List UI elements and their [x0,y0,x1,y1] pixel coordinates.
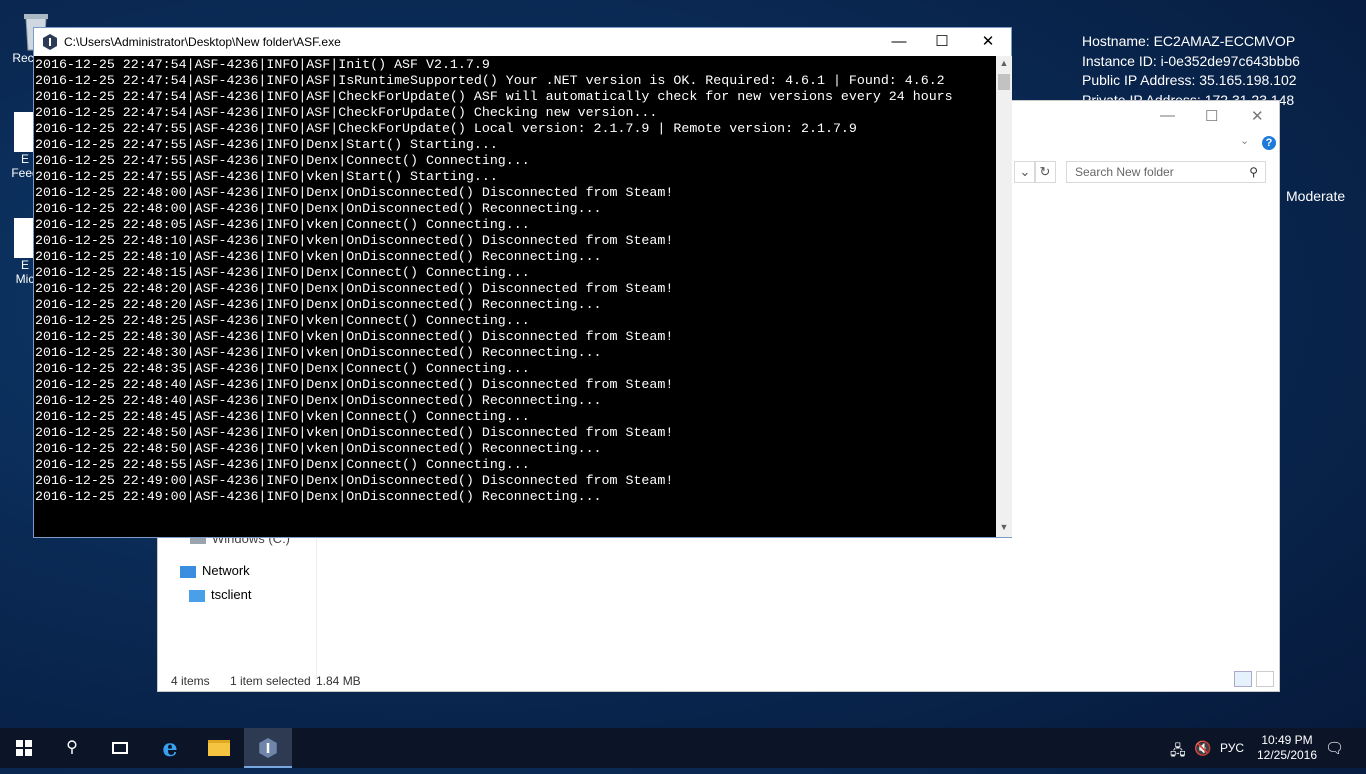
console-line: 2016-12-25 22:48:15|ASF-4236|INFO|Denx|C… [35,265,530,280]
console-line: 2016-12-25 22:48:40|ASF-4236|INFO|Denx|O… [35,393,602,408]
network-icon [180,565,196,578]
console-line: 2016-12-25 22:48:20|ASF-4236|INFO|Denx|O… [35,297,602,312]
taskbar-app-internet-explorer[interactable]: e [146,728,194,768]
language-indicator[interactable]: РУС [1220,741,1244,755]
start-button[interactable] [0,728,48,768]
windows-start-icon [16,740,32,756]
console-line: 2016-12-25 22:48:10|ASF-4236|INFO|vken|O… [35,249,602,264]
console-scrollbar[interactable]: ▲ ▼ [996,56,1012,537]
console-window[interactable]: C:\Users\Administrator\Desktop\New folde… [33,27,1012,538]
console-close-button[interactable]: ✕ [965,28,1011,56]
status-bar: 4 items 1 item selected 1.84 MB [158,671,1279,691]
nav-item-tsclient[interactable]: tsclient [189,587,251,602]
explorer-minimize-button[interactable]: — [1160,107,1175,124]
console-line: 2016-12-25 22:49:00|ASF-4236|INFO|Denx|O… [35,473,674,488]
console-line: 2016-12-25 22:48:30|ASF-4236|INFO|vken|O… [35,345,602,360]
console-line: 2016-12-25 22:48:05|ASF-4236|INFO|vken|C… [35,217,530,232]
nav-pane-divider [316,539,317,679]
console-lines: 2016-12-25 22:47:54|ASF-4236|INFO|ASF|In… [35,57,953,505]
status-item-count: 4 items [171,674,210,688]
bginfo-instance-id: Instance ID: i-0e352de97c643bbb6 [1082,52,1300,69]
console-line: 2016-12-25 22:48:50|ASF-4236|INFO|vken|O… [35,441,602,456]
console-line: 2016-12-25 22:48:40|ASF-4236|INFO|Denx|O… [35,377,674,392]
large-icons-view-button[interactable] [1256,671,1274,687]
clock-time: 10:49 PM [1261,733,1313,747]
clock-date: 12/25/2016 [1256,748,1318,762]
scrollbar-thumb[interactable] [998,74,1010,90]
help-icon[interactable]: ? [1262,136,1276,150]
console-minimize-button[interactable]: — [876,28,922,56]
console-line: 2016-12-25 22:48:30|ASF-4236|INFO|vken|O… [35,329,674,344]
console-line: 2016-12-25 22:47:55|ASF-4236|INFO|ASF|Ch… [35,121,857,136]
search-button[interactable]: ⚲ [48,728,96,768]
scroll-down-icon[interactable]: ▼ [996,522,1012,532]
explorer-close-button[interactable]: ✕ [1251,107,1264,125]
folder-icon [208,739,230,756]
console-line: 2016-12-25 22:48:35|ASF-4236|INFO|Denx|C… [35,361,530,376]
nav-item-label: Network [202,563,250,578]
console-line: 2016-12-25 22:48:45|ASF-4236|INFO|vken|C… [35,409,530,424]
console-line: 2016-12-25 22:49:00|ASF-4236|INFO|Denx|O… [35,489,602,504]
computer-icon [189,589,205,602]
action-center-icon[interactable]: 🗨 [1325,739,1344,757]
console-title: C:\Users\Administrator\Desktop\New folde… [64,35,341,49]
search-input[interactable]: Search New folder ⚲ [1066,161,1266,183]
console-line: 2016-12-25 22:47:54|ASF-4236|INFO|ASF|Ch… [35,89,953,104]
asf-icon [259,738,277,758]
console-line: 2016-12-25 22:48:00|ASF-4236|INFO|Denx|O… [35,201,602,216]
console-output[interactable]: 2016-12-25 22:47:54|ASF-4236|INFO|ASF|In… [34,56,996,537]
console-line: 2016-12-25 22:47:55|ASF-4236|INFO|Denx|C… [35,153,530,168]
console-line: 2016-12-25 22:47:54|ASF-4236|INFO|ASF|Is… [35,73,945,88]
details-view-button[interactable] [1234,671,1252,687]
taskbar: ⚲ e 🖧 🔇 РУС 10:49 PM 12/25/2016 🗨 [0,728,1366,768]
ie-icon: e [162,733,178,762]
task-view-button[interactable] [96,728,144,768]
console-line: 2016-12-25 22:48:10|ASF-4236|INFO|vken|O… [35,233,674,248]
volume-muted-icon[interactable]: 🔇 [1194,740,1211,757]
scroll-up-icon[interactable]: ▲ [996,58,1012,68]
task-view-icon [112,741,128,754]
nav-item-network[interactable]: Network [180,563,250,578]
refresh-button[interactable]: ↻ [1034,161,1056,183]
nav-item-label: tsclient [211,587,252,602]
console-line: 2016-12-25 22:47:54|ASF-4236|INFO|ASF|In… [35,57,490,72]
taskbar-app-file-explorer[interactable] [195,728,243,768]
explorer-maximize-button[interactable]: ☐ [1205,107,1218,125]
search-icon: ⚲ [1249,165,1258,179]
status-selected: 1 item selected [230,674,311,688]
console-line: 2016-12-25 22:47:54|ASF-4236|INFO|ASF|Ch… [35,105,658,120]
console-titlebar[interactable]: C:\Users\Administrator\Desktop\New folde… [34,28,1011,56]
clock[interactable]: 10:49 PM 12/25/2016 [1252,733,1322,763]
address-dropdown-button[interactable]: ⌄ [1014,161,1036,183]
search-placeholder: Search New folder [1075,165,1174,179]
console-line: 2016-12-25 22:47:55|ASF-4236|INFO|vken|S… [35,169,498,184]
bginfo-extra-text: Moderate [1286,188,1346,204]
bginfo-public-ip: Public IP Address: 35.165.198.102 [1082,72,1297,88]
bginfo-panel: Hostname: EC2AMAZ-ECCMVOP Instance ID: i… [1082,32,1300,110]
taskbar-app-asf-console[interactable] [244,728,292,768]
status-size: 1.84 MB [316,674,361,688]
console-line: 2016-12-25 22:48:50|ASF-4236|INFO|vken|O… [35,425,674,440]
console-line: 2016-12-25 22:47:55|ASF-4236|INFO|Denx|S… [35,137,498,152]
console-line: 2016-12-25 22:48:25|ASF-4236|INFO|vken|C… [35,313,530,328]
console-line: 2016-12-25 22:48:20|ASF-4236|INFO|Denx|O… [35,281,674,296]
console-line: 2016-12-25 22:48:00|ASF-4236|INFO|Denx|O… [35,185,674,200]
search-icon: ⚲ [66,739,78,756]
bginfo-hostname: Hostname: EC2AMAZ-ECCMVOP [1082,33,1296,49]
asf-icon [43,34,57,50]
console-maximize-button[interactable]: ☐ [919,28,965,56]
network-tray-icon[interactable]: 🖧 [1170,740,1186,764]
console-line: 2016-12-25 22:48:55|ASF-4236|INFO|Denx|C… [35,457,530,472]
ribbon-expand-icon[interactable]: ⌄ [1240,134,1249,147]
